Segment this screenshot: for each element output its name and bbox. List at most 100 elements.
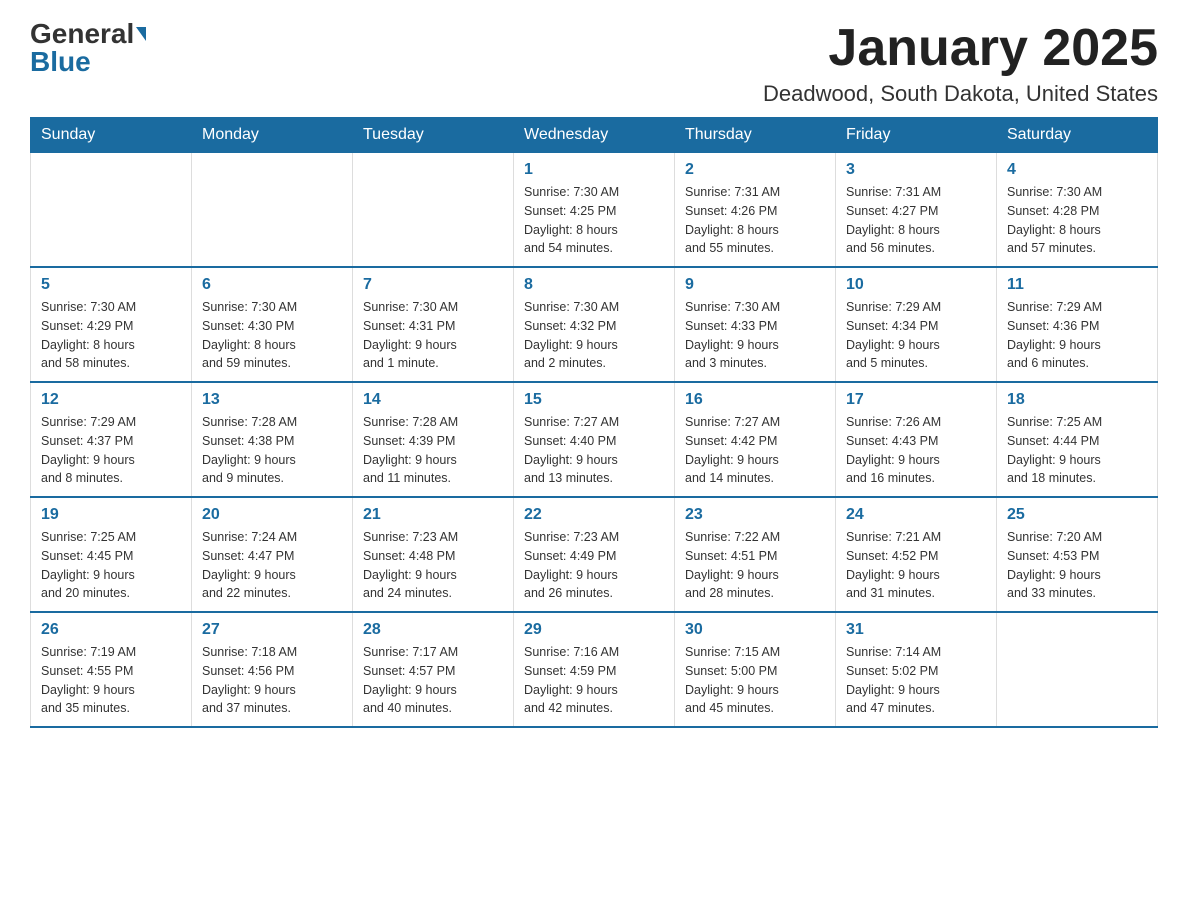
day-cell: 14Sunrise: 7:28 AM Sunset: 4:39 PM Dayli…: [353, 382, 514, 497]
day-cell: 10 Sunrise: 7:29 AM Sunset: 4:34 PM Dayli…: [836, 267, 997, 382]
day-cell: 1 Sunrise: 7:30 AM Sunset: 4:25 PM Daylig…: [514, 153, 675, 268]
calendar-header: SundayMondayTuesdayWednesdayThursdayFrid…: [31, 118, 1158, 153]
day-info: Sunrise: 7:22 AM Sunset: 4:51 PM Dayligh…: [685, 528, 825, 603]
day-cell: 5 Sunrise: 7:30 AM Sunset: 4:29 PM Daylig…: [31, 267, 192, 382]
day-number: 30: [685, 621, 825, 639]
day-number: 31: [846, 621, 986, 639]
day-number: 20: [202, 506, 342, 524]
day-cell: 2 Sunrise: 7:31 AM Sunset: 4:26 PM Daylig…: [675, 153, 836, 268]
day-info: Sunrise: 7:17 AM Sunset: 4:57 PM Dayligh…: [363, 643, 503, 718]
day-cell: 25 Sunrise: 7:20 AM Sunset: 4:53 PM Dayli…: [997, 497, 1158, 612]
header-cell-sunday: Sunday: [31, 118, 192, 153]
header-cell-friday: Friday: [836, 118, 997, 153]
header-cell-saturday: Saturday: [997, 118, 1158, 153]
day-cell: 31 Sunrise: 7:14 AM Sunset: 5:02 PM Dayli…: [836, 612, 997, 727]
day-info: Sunrise: 7:15 AM Sunset: 5:00 PM Dayligh…: [685, 643, 825, 718]
day-info: Sunrise: 7:30 AM Sunset: 4:29 PM Dayligh…: [41, 298, 181, 373]
day-number: 9: [685, 276, 825, 294]
day-info: Sunrise: 7:30 AM Sunset: 4:30 PM Dayligh…: [202, 298, 342, 373]
header-row: SundayMondayTuesdayWednesdayThursdayFrid…: [31, 118, 1158, 153]
day-number: 1: [524, 161, 664, 179]
day-number: 14: [363, 391, 503, 409]
day-info: Sunrise: 7:25 AM Sunset: 4:44 PM Dayligh…: [1007, 413, 1147, 488]
day-cell: 24Sunrise: 7:21 AM Sunset: 4:52 PM Dayli…: [836, 497, 997, 612]
day-cell: 23 Sunrise: 7:22 AM Sunset: 4:51 PM Dayli…: [675, 497, 836, 612]
day-info: Sunrise: 7:26 AM Sunset: 4:43 PM Dayligh…: [846, 413, 986, 488]
header-cell-monday: Monday: [192, 118, 353, 153]
day-cell: 13 Sunrise: 7:28 AM Sunset: 4:38 PM Dayli…: [192, 382, 353, 497]
day-number: 23: [685, 506, 825, 524]
calendar-subtitle: Deadwood, South Dakota, United States: [763, 81, 1158, 107]
day-cell: 27 Sunrise: 7:18 AM Sunset: 4:56 PM Dayli…: [192, 612, 353, 727]
header-cell-thursday: Thursday: [675, 118, 836, 153]
day-number: 7: [363, 276, 503, 294]
day-number: 6: [202, 276, 342, 294]
day-cell: 21Sunrise: 7:23 AM Sunset: 4:48 PM Dayli…: [353, 497, 514, 612]
day-cell: 11 Sunrise: 7:29 AM Sunset: 4:36 PM Dayli…: [997, 267, 1158, 382]
day-cell: 15 Sunrise: 7:27 AM Sunset: 4:40 PM Dayli…: [514, 382, 675, 497]
day-info: Sunrise: 7:31 AM Sunset: 4:26 PM Dayligh…: [685, 183, 825, 258]
day-number: 5: [41, 276, 181, 294]
day-info: Sunrise: 7:18 AM Sunset: 4:56 PM Dayligh…: [202, 643, 342, 718]
calendar-table: SundayMondayTuesdayWednesdayThursdayFrid…: [30, 117, 1158, 728]
day-number: 24: [846, 506, 986, 524]
day-info: Sunrise: 7:20 AM Sunset: 4:53 PM Dayligh…: [1007, 528, 1147, 603]
day-number: 2: [685, 161, 825, 179]
day-cell: 12 Sunrise: 7:29 AM Sunset: 4:37 PM Dayli…: [31, 382, 192, 497]
day-number: 13: [202, 391, 342, 409]
day-info: Sunrise: 7:30 AM Sunset: 4:32 PM Dayligh…: [524, 298, 664, 373]
day-cell: 18 Sunrise: 7:25 AM Sunset: 4:44 PM Dayli…: [997, 382, 1158, 497]
day-number: 28: [363, 621, 503, 639]
calendar-body: 1 Sunrise: 7:30 AM Sunset: 4:25 PM Daylig…: [31, 153, 1158, 728]
day-number: 12: [41, 391, 181, 409]
day-cell: [997, 612, 1158, 727]
day-info: Sunrise: 7:14 AM Sunset: 5:02 PM Dayligh…: [846, 643, 986, 718]
day-info: Sunrise: 7:29 AM Sunset: 4:37 PM Dayligh…: [41, 413, 181, 488]
day-info: Sunrise: 7:31 AM Sunset: 4:27 PM Dayligh…: [846, 183, 986, 258]
day-number: 8: [524, 276, 664, 294]
day-cell: 29 Sunrise: 7:16 AM Sunset: 4:59 PM Dayli…: [514, 612, 675, 727]
day-cell: 17 Sunrise: 7:26 AM Sunset: 4:43 PM Dayli…: [836, 382, 997, 497]
day-number: 27: [202, 621, 342, 639]
week-row-4: 19Sunrise: 7:25 AM Sunset: 4:45 PM Dayli…: [31, 497, 1158, 612]
day-number: 10: [846, 276, 986, 294]
day-info: Sunrise: 7:27 AM Sunset: 4:40 PM Dayligh…: [524, 413, 664, 488]
day-cell: 20Sunrise: 7:24 AM Sunset: 4:47 PM Dayli…: [192, 497, 353, 612]
header-cell-wednesday: Wednesday: [514, 118, 675, 153]
day-cell: 6 Sunrise: 7:30 AM Sunset: 4:30 PM Daylig…: [192, 267, 353, 382]
day-info: Sunrise: 7:23 AM Sunset: 4:49 PM Dayligh…: [524, 528, 664, 603]
day-cell: 9 Sunrise: 7:30 AM Sunset: 4:33 PM Daylig…: [675, 267, 836, 382]
day-cell: 7 Sunrise: 7:30 AM Sunset: 4:31 PM Daylig…: [353, 267, 514, 382]
day-info: Sunrise: 7:30 AM Sunset: 4:25 PM Dayligh…: [524, 183, 664, 258]
day-number: 17: [846, 391, 986, 409]
day-info: Sunrise: 7:29 AM Sunset: 4:34 PM Dayligh…: [846, 298, 986, 373]
day-info: Sunrise: 7:30 AM Sunset: 4:31 PM Dayligh…: [363, 298, 503, 373]
logo-arrow-icon: [136, 27, 146, 41]
day-number: 18: [1007, 391, 1147, 409]
day-cell: 22 Sunrise: 7:23 AM Sunset: 4:49 PM Dayli…: [514, 497, 675, 612]
day-number: 4: [1007, 161, 1147, 179]
day-number: 22: [524, 506, 664, 524]
day-number: 25: [1007, 506, 1147, 524]
day-info: Sunrise: 7:23 AM Sunset: 4:48 PM Dayligh…: [363, 528, 503, 603]
page-header: General Blue January 2025 Deadwood, Sout…: [30, 20, 1158, 107]
week-row-3: 12 Sunrise: 7:29 AM Sunset: 4:37 PM Dayli…: [31, 382, 1158, 497]
day-cell: 8 Sunrise: 7:30 AM Sunset: 4:32 PM Daylig…: [514, 267, 675, 382]
logo-blue-text: Blue: [30, 48, 91, 76]
day-cell: 26Sunrise: 7:19 AM Sunset: 4:55 PM Dayli…: [31, 612, 192, 727]
day-info: Sunrise: 7:30 AM Sunset: 4:33 PM Dayligh…: [685, 298, 825, 373]
day-cell: 19Sunrise: 7:25 AM Sunset: 4:45 PM Dayli…: [31, 497, 192, 612]
day-info: Sunrise: 7:29 AM Sunset: 4:36 PM Dayligh…: [1007, 298, 1147, 373]
day-cell: 4 Sunrise: 7:30 AM Sunset: 4:28 PM Daylig…: [997, 153, 1158, 268]
day-info: Sunrise: 7:30 AM Sunset: 4:28 PM Dayligh…: [1007, 183, 1147, 258]
day-number: 11: [1007, 276, 1147, 294]
day-cell: 16Sunrise: 7:27 AM Sunset: 4:42 PM Dayli…: [675, 382, 836, 497]
day-info: Sunrise: 7:28 AM Sunset: 4:38 PM Dayligh…: [202, 413, 342, 488]
day-number: 15: [524, 391, 664, 409]
day-cell: 30 Sunrise: 7:15 AM Sunset: 5:00 PM Dayli…: [675, 612, 836, 727]
day-number: 29: [524, 621, 664, 639]
day-info: Sunrise: 7:27 AM Sunset: 4:42 PM Dayligh…: [685, 413, 825, 488]
day-cell: 3Sunrise: 7:31 AM Sunset: 4:27 PM Daylig…: [836, 153, 997, 268]
day-number: 26: [41, 621, 181, 639]
day-info: Sunrise: 7:16 AM Sunset: 4:59 PM Dayligh…: [524, 643, 664, 718]
